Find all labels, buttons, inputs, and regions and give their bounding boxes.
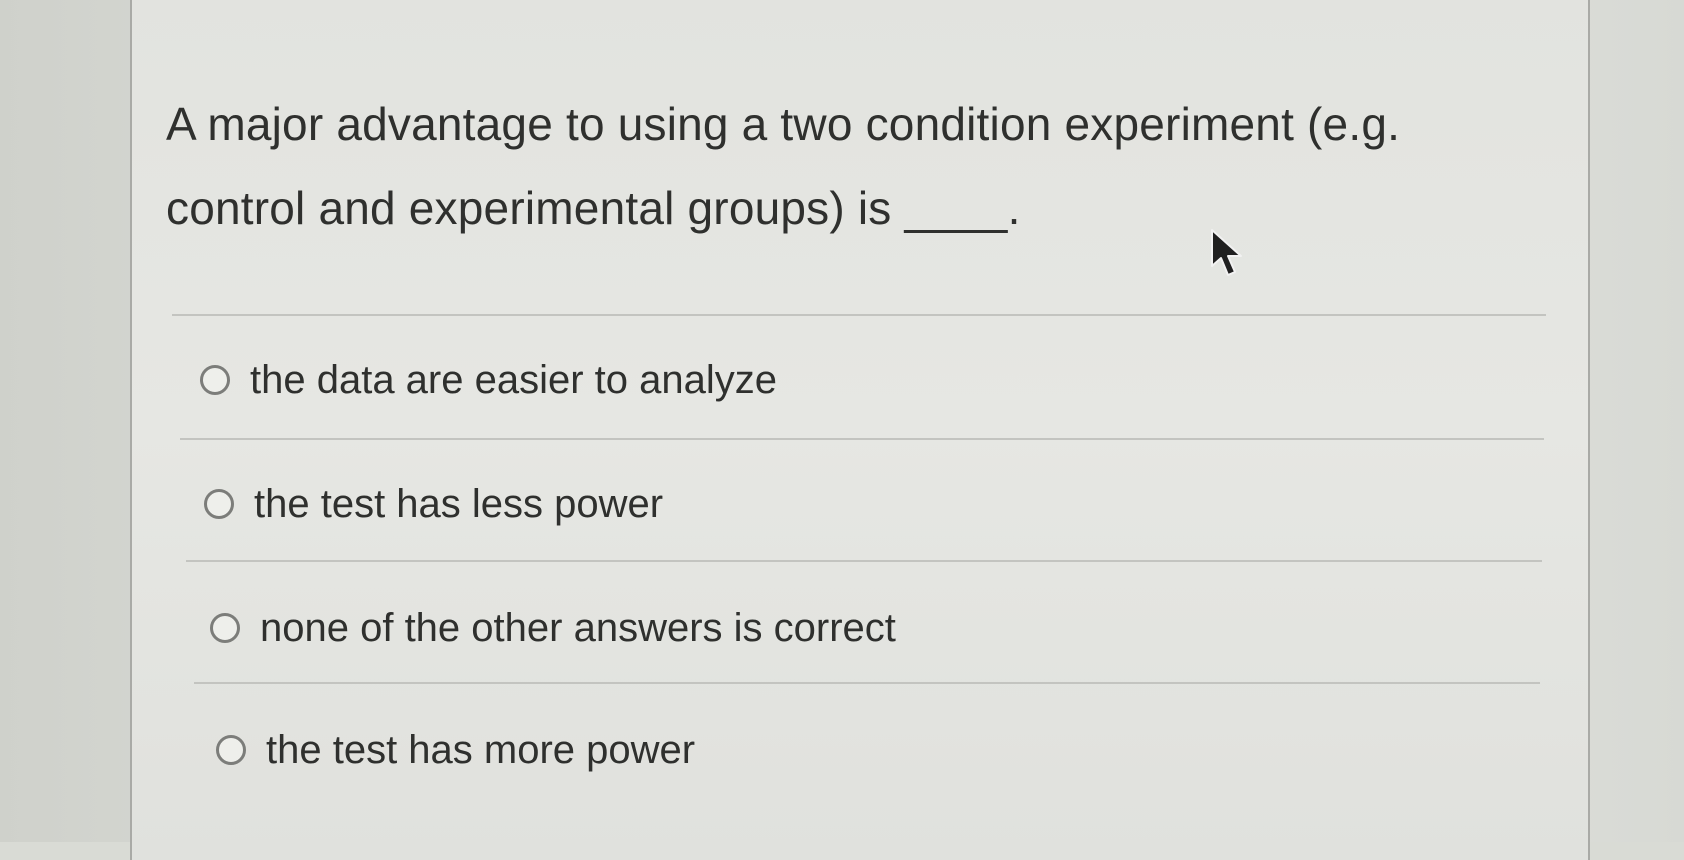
radio-button-icon[interactable] [216,735,246,765]
answer-divider [180,438,1544,440]
answer-divider [172,314,1546,316]
radio-button-icon[interactable] [204,489,234,519]
answer-divider [186,560,1542,562]
answer-option[interactable]: the data are easier to analyze [200,350,777,410]
question-text: A major advantage to using a two conditi… [166,98,1401,234]
radio-button-icon[interactable] [200,365,230,395]
answer-option[interactable]: the test has less power [204,474,663,534]
answer-label: the test has more power [266,727,696,772]
answer-label: the test has less power [254,481,664,526]
answer-label: none of the other answers is correct [260,605,896,650]
mouse-pointer-icon [1211,229,1242,276]
answer-option[interactable]: the test has more power [216,720,695,780]
answer-option[interactable]: none of the other answers is correct [210,598,896,658]
answer-label: the data are easier to analyze [250,357,778,402]
answer-divider [194,682,1540,684]
radio-button-icon[interactable] [210,613,240,643]
